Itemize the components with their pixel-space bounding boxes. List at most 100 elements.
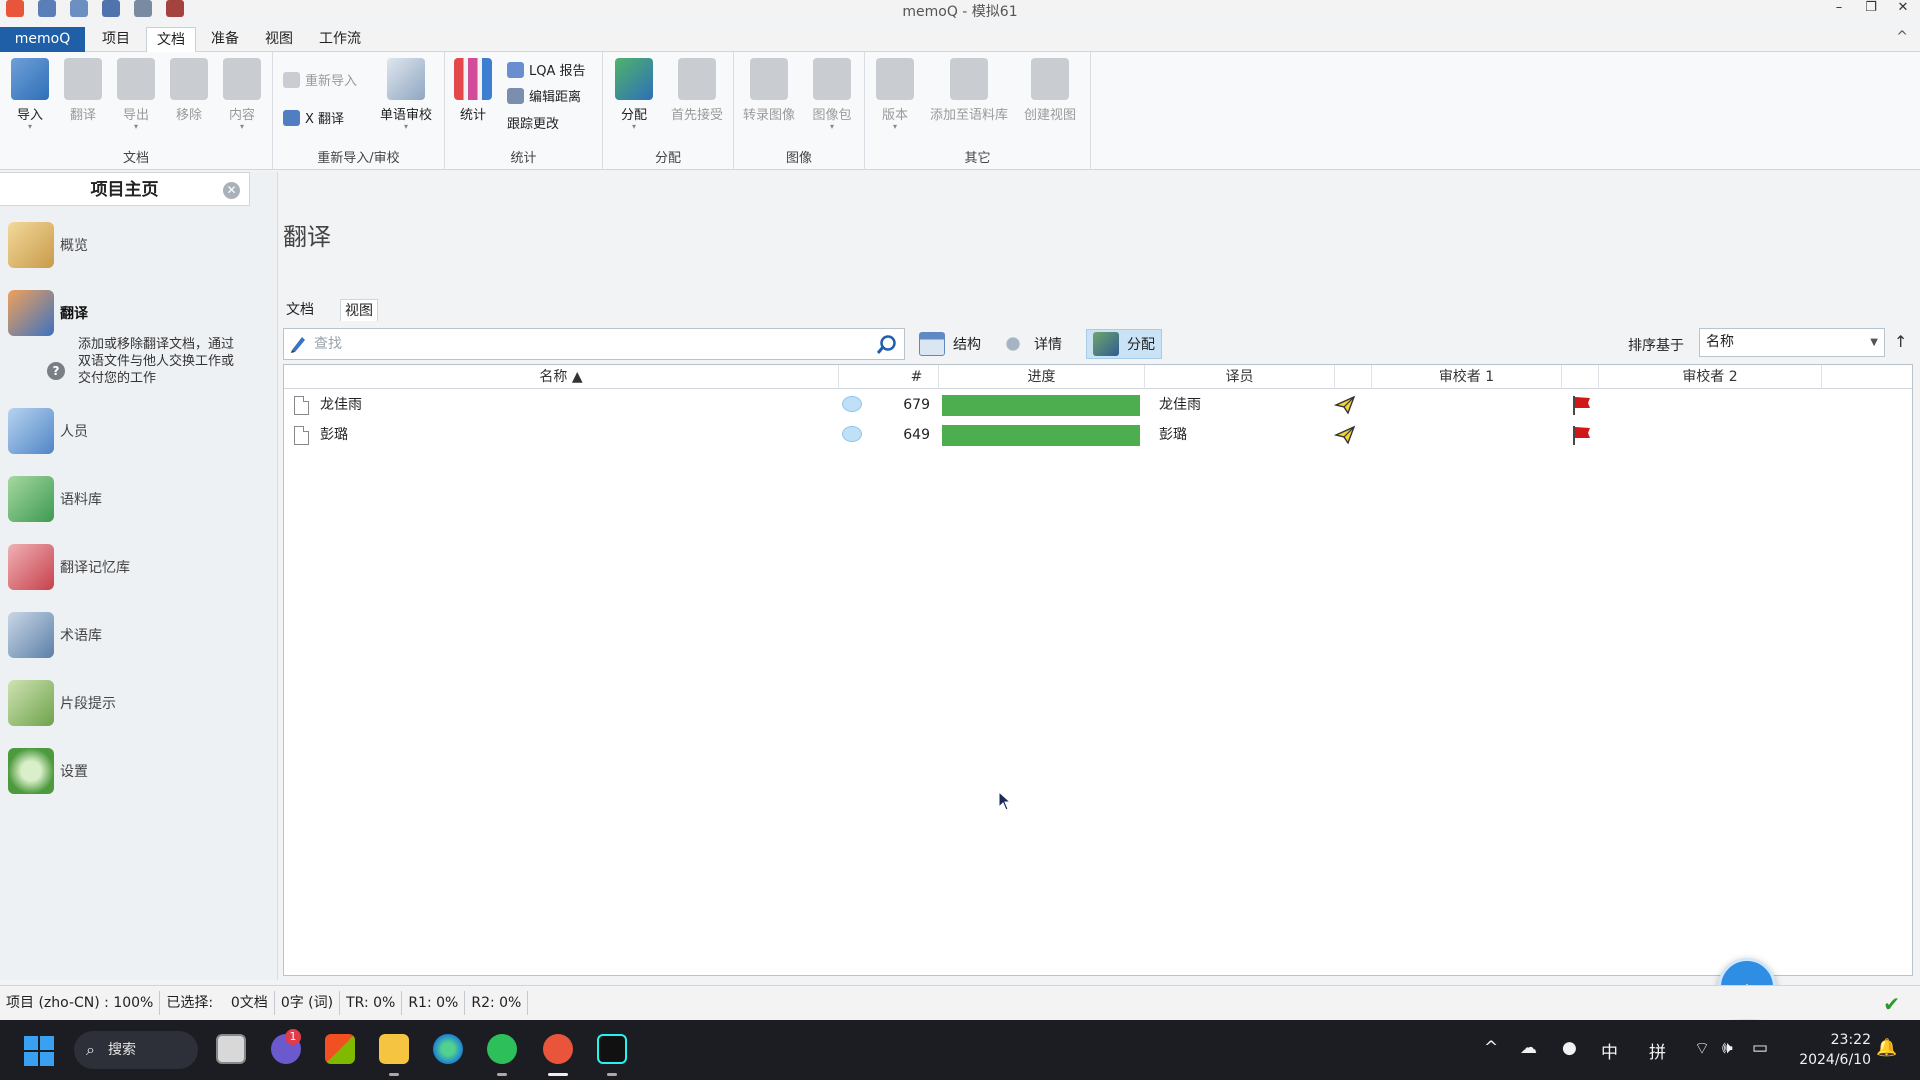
details-view-button[interactable]: 详情 [994, 329, 1068, 359]
sort-select[interactable]: 名称 ▼ [1699, 328, 1885, 357]
app-menu-button[interactable]: memoQ [0, 27, 85, 52]
microsoft-store-icon[interactable] [325, 1034, 355, 1064]
first-accept-button[interactable]: 首先接受 [663, 58, 731, 123]
translator-name[interactable]: 彭璐 [1159, 420, 1187, 450]
help-icon[interactable]: ? [47, 362, 65, 380]
collapse-ribbon-icon[interactable]: ^ [1896, 29, 1908, 45]
subtab-views[interactable]: 视图 [340, 299, 378, 321]
app-tray-icon[interactable]: ● [1562, 1038, 1577, 1058]
send-plane-icon[interactable] [1334, 395, 1356, 415]
word-count: 649 [903, 427, 930, 443]
taskbar-search[interactable]: ⌕ 搜索 [74, 1031, 198, 1069]
version-clock-icon [876, 58, 914, 100]
image-package-button[interactable]: 图像包 ▾ [804, 58, 860, 131]
sidebar-item-settings[interactable]: 设置 [8, 748, 88, 794]
tiktok-icon[interactable] [597, 1034, 627, 1064]
table-row[interactable]: 彭璐 649 彭璐 [284, 420, 1912, 450]
gavel-icon [678, 58, 716, 100]
translation-description: 添加或移除翻译文档，通过双语文件与他人交换工作或交付您的工作 [78, 337, 235, 386]
sidebar-item-overview[interactable]: 概览 [8, 222, 88, 268]
table-row[interactable]: 龙佳雨 679 龙佳雨 [284, 390, 1912, 420]
content-button[interactable]: 内容 ▾ [217, 58, 267, 131]
close-button[interactable]: ✕ [1896, 0, 1910, 15]
translator-name[interactable]: 龙佳雨 [1159, 390, 1201, 420]
ime-language-indicator[interactable]: 中 [1601, 1038, 1618, 1063]
minimize-button[interactable]: – [1832, 0, 1846, 15]
column-header-name[interactable]: 名称 ▲ [284, 365, 839, 389]
close-panel-icon[interactable]: ✕ [223, 182, 240, 199]
gear-icon [8, 748, 54, 794]
chevron-down-icon: ▼ [1870, 337, 1878, 348]
version-button[interactable]: 版本 ▾ [870, 58, 920, 131]
ribbon: 导入 ▾ 翻译 导出 ▾ 移除 内容 ▾ 文档 重新导入 X 翻译 单语审校 ▾… [0, 52, 1920, 170]
column-header-count[interactable]: # [839, 365, 939, 389]
sidebar-item-corpus[interactable]: 语料库 [8, 476, 102, 522]
sidebar-item-people[interactable]: 人员 [8, 408, 88, 454]
search-icon[interactable] [876, 334, 898, 356]
transcribe-image-button[interactable]: 转录图像 [738, 58, 800, 123]
column-header-progress[interactable]: 进度 [939, 365, 1145, 389]
tab-document[interactable]: 文档 [146, 27, 196, 53]
assign-view-button[interactable]: 分配 [1086, 329, 1162, 359]
tab-prepare[interactable]: 准备 [201, 27, 249, 52]
structure-view-button[interactable]: 结构 [913, 329, 987, 359]
add-to-corpus-button[interactable]: 添加至语料库 [925, 58, 1013, 123]
sort-direction-button[interactable]: ↑ [1894, 332, 1907, 351]
notification-bell-icon[interactable]: 🔔 [1876, 1038, 1897, 1058]
taskbar-clock[interactable]: 23:22 2024/6/10 [1793, 1030, 1871, 1070]
translate-icon [64, 58, 102, 100]
track-changes-button[interactable]: 跟踪更改 [507, 113, 559, 132]
tab-workflow[interactable]: 工作流 [309, 27, 371, 52]
column-header-reviewer1-status[interactable] [1562, 365, 1599, 389]
x-translate-button[interactable]: X 翻译 [283, 108, 344, 127]
structure-icon [919, 332, 945, 356]
search-input[interactable] [314, 333, 864, 355]
remove-button[interactable]: 移除 [164, 58, 214, 123]
windows-start-icon[interactable] [24, 1036, 54, 1066]
edit-distance-button[interactable]: 编辑距离 [507, 86, 581, 105]
translate-button[interactable]: 翻译 [58, 58, 108, 123]
lqa-report-button[interactable]: LQA 报告 [507, 60, 586, 79]
ime-mode-indicator[interactable]: 拼 [1649, 1038, 1666, 1063]
wifi-icon[interactable]: ⌔ [1694, 1038, 1710, 1059]
sidebar-item-translation-memory[interactable]: 翻译记忆库 [8, 544, 130, 590]
monolingual-review-button[interactable]: 单语审校 ▾ [376, 58, 436, 131]
edge-browser-icon[interactable] [433, 1034, 463, 1064]
wechat-icon[interactable] [487, 1034, 517, 1064]
progress-fill [942, 425, 1140, 446]
column-header-reviewer1[interactable]: 审校者 1 [1372, 365, 1562, 389]
onedrive-cloud-icon[interactable]: ☁ [1520, 1038, 1537, 1058]
tray-overflow-icon[interactable]: ^ [1484, 1038, 1498, 1058]
assign-button[interactable]: 分配 ▾ [609, 58, 659, 131]
ribbon-group-reimport: 重新导入 X 翻译 单语审校 ▾ 重新导入/审校 [273, 52, 445, 170]
memoq-taskbar-icon[interactable] [543, 1034, 573, 1064]
restore-button[interactable]: ❐ [1864, 0, 1878, 15]
sidebar-item-termbase[interactable]: 术语库 [8, 612, 102, 658]
column-header-translator-status[interactable] [1335, 365, 1372, 389]
subtab-documents[interactable]: 文档 [282, 299, 318, 321]
volume-icon[interactable]: 🕪 [1722, 1038, 1733, 1058]
create-view-button[interactable]: 创建视图 [1018, 58, 1082, 123]
lqa-report-icon [507, 61, 524, 78]
sidebar-item-translation[interactable]: 翻译 [8, 290, 88, 336]
tab-project[interactable]: 项目 [92, 27, 140, 52]
assign-user-icon [615, 58, 653, 100]
comment-bubble-icon[interactable] [842, 426, 862, 442]
statistics-button[interactable]: 统计 [448, 58, 498, 123]
send-plane-icon[interactable] [1334, 425, 1356, 445]
column-header-translator[interactable]: 译员 [1145, 365, 1335, 389]
comment-bubble-icon[interactable] [842, 396, 862, 412]
battery-icon[interactable]: ▭ [1752, 1038, 1768, 1058]
task-view-icon[interactable] [216, 1034, 246, 1064]
tab-view[interactable]: 视图 [255, 27, 303, 52]
file-explorer-icon[interactable] [379, 1034, 409, 1064]
people-icon [8, 408, 54, 454]
red-flag-icon[interactable] [1571, 394, 1593, 416]
red-flag-icon[interactable] [1571, 424, 1593, 446]
sidebar-item-muses[interactable]: 片段提示 [8, 680, 116, 726]
reimport-button[interactable]: 重新导入 [283, 70, 357, 89]
import-button[interactable]: 导入 ▾ [5, 58, 55, 131]
status-selected-docs: 已选择: 0文档 [160, 990, 275, 1015]
column-header-reviewer2[interactable]: 审校者 2 [1599, 365, 1822, 389]
export-button[interactable]: 导出 ▾ [111, 58, 161, 131]
